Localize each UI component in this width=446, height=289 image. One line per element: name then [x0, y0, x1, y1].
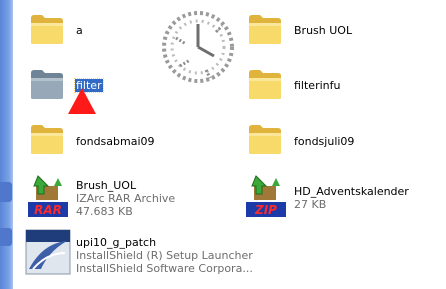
rar-archive-icon: RAR: [28, 175, 68, 217]
red-triangle-marker: [68, 88, 96, 114]
file-name: fondsjuli09: [294, 135, 355, 148]
file-company: InstallShield Software Corpora...: [76, 262, 253, 275]
file-name: filterinfu: [294, 79, 341, 92]
folder-icon: [249, 70, 281, 99]
panel-tab[interactable]: [0, 228, 12, 246]
file-name: HD_Adventskalender: [294, 185, 409, 198]
file-type: IZArc RAR Archive: [76, 192, 176, 205]
file-size: 47.683 KB: [76, 205, 133, 218]
folder-icon: [249, 15, 281, 44]
file-type: InstallShield (R) Setup Launcher: [76, 249, 253, 262]
zip-archive-icon: ZIP: [246, 175, 286, 217]
clock-stamp-icon: [162, 11, 234, 83]
rar-badge: RAR: [34, 203, 62, 217]
file-name: Brush_UOL: [76, 179, 137, 192]
installshield-icon: [25, 229, 71, 275]
file-name: upi10_g_patch: [76, 236, 157, 249]
file-size: 27 KB: [294, 198, 327, 211]
folder-icon: [31, 70, 63, 99]
file-name: fondsabmai09: [76, 135, 155, 148]
file-name: a: [76, 24, 83, 37]
panel-tab[interactable]: [0, 182, 12, 202]
folder-icon: [249, 125, 281, 154]
folder-icon: [31, 15, 63, 44]
file-name: Brush UOL: [294, 24, 353, 37]
zip-badge: ZIP: [254, 203, 277, 217]
folder-icon: [31, 125, 63, 154]
left-panel-edge: [0, 0, 13, 289]
